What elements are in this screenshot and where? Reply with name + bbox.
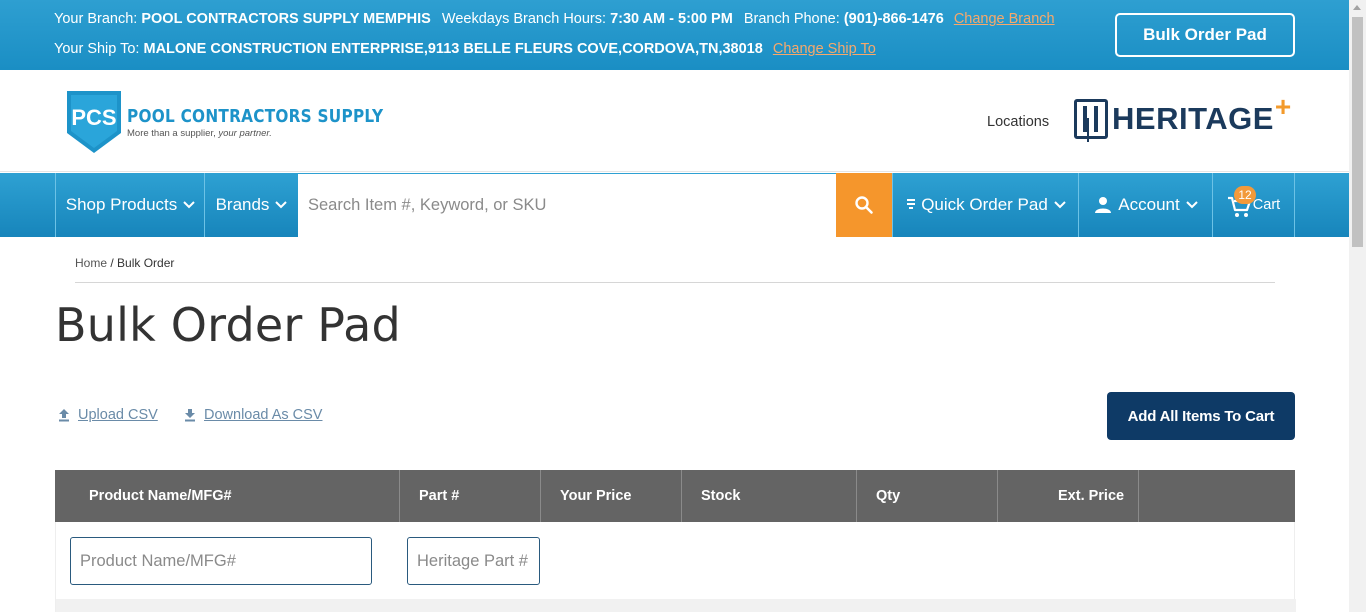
breadcrumb-current: Bulk Order [117,256,175,270]
upload-csv-label: Upload CSV [78,407,158,423]
phone-value: (901)-866-1476 [843,11,944,27]
column-header-ext-price: Ext. Price [998,470,1139,522]
nav-shop-products[interactable]: Shop Products [55,173,205,237]
breadcrumb-separator: / [107,256,118,270]
search-input[interactable] [298,174,836,237]
shipto-label: Your Ship To: [54,41,140,57]
search-box [298,174,836,237]
download-icon [185,409,195,422]
branch-info-line: Your Branch: POOL CONTRACTORS SUPPLY MEM… [54,11,1055,27]
column-header-stock: Stock [682,470,857,522]
chevron-down-icon [1186,201,1198,209]
heritage-part-input[interactable] [407,537,540,585]
search-button[interactable] [836,173,892,237]
nav-account[interactable]: Account [1078,173,1213,237]
page-title: Bulk Order Pad [55,298,401,352]
column-header-part: Part # [400,470,541,522]
search-icon [855,196,873,214]
column-header-qty: Qty [857,470,998,522]
phone-label: Branch Phone: [743,11,840,27]
main-navbar: Shop Products Brands Quick Order Pad Acc… [0,173,1349,237]
heritage-plus: + [1274,91,1292,122]
download-csv-link[interactable]: Download As CSV [184,407,322,423]
upload-csv-link[interactable]: Upload CSV [58,407,158,423]
nav-cart-label: Cart [1252,197,1281,213]
shipto-value: MALONE CONSTRUCTION ENTERPRISE,9113 BELL… [143,41,763,57]
pcs-logo[interactable]: PCS POOL CONTRACTORS SUPPLY More than a … [64,89,383,155]
page: Your Branch: POOL CONTRACTORS SUPPLY MEM… [0,0,1366,612]
logo-name: POOL CONTRACTORS SUPPLY [127,106,384,127]
nav-brands[interactable]: Brands [204,173,298,237]
locations-link[interactable]: Locations [987,114,1049,130]
user-icon [1095,197,1112,213]
table-row [55,522,1296,612]
upload-icon [59,409,69,422]
heritage-logo[interactable]: HERITAGE + [1074,91,1291,140]
scrollbar-thumb[interactable] [1352,17,1363,247]
download-csv-label: Download As CSV [204,407,323,423]
breadcrumb-home[interactable]: Home [75,256,107,270]
shipto-info-line: Your Ship To: MALONE CONSTRUCTION ENTERP… [54,41,876,57]
breadcrumb-divider [75,282,1275,283]
column-header-price: Your Price [541,470,682,522]
heritage-h-icon [1074,99,1108,139]
next-row-strip [56,599,1296,612]
hours-value: 7:30 AM - 5:00 PM [610,11,733,27]
chevron-down-icon [1054,201,1066,209]
pcs-shield-icon: PCS [67,91,121,153]
chevron-down-icon [275,201,288,209]
logo-tagline-italic: your partner. [218,128,272,139]
nav-cart[interactable]: Cart 12 [1212,173,1295,237]
table-header: Product Name/MFG# Part # Your Price Stoc… [55,470,1295,522]
logo-tagline-plain: More than a supplier, [127,128,219,139]
breadcrumb: Home / Bulk Order [75,256,174,270]
change-branch-link[interactable]: Change Branch [954,11,1055,27]
heritage-name: HERITAGE [1112,101,1274,136]
list-icon [907,199,916,209]
column-header-actions [1139,470,1295,522]
logo-tagline: More than a supplier, your partner. [127,128,429,139]
page-scrollbar[interactable] [1349,0,1366,612]
nav-account-label: Account [1118,195,1180,214]
logo-text: POOL CONTRACTORS SUPPLY More than a supp… [127,106,429,139]
chevron-down-icon [183,201,195,209]
scroll-up-arrow-icon[interactable] [1353,5,1361,10]
nav-brands-label: Brands [215,195,270,214]
branch-label: Your Branch: [54,11,138,27]
bulk-order-pad-button[interactable]: Bulk Order Pad [1115,13,1295,57]
branch-name: POOL CONTRACTORS SUPPLY MEMPHIS [141,11,431,27]
site-header: PCS POOL CONTRACTORS SUPPLY More than a … [0,70,1349,172]
add-all-items-to-cart-button[interactable]: Add All Items To Cart [1107,392,1295,440]
cart-count-badge: 12 [1234,186,1256,204]
nav-shop-products-label: Shop Products [65,195,178,214]
nav-quick-order-label: Quick Order Pad [921,195,1048,214]
branch-info-bar: Your Branch: POOL CONTRACTORS SUPPLY MEM… [0,0,1349,70]
change-shipto-link[interactable]: Change Ship To [773,41,876,57]
hours-label: Weekdays Branch Hours: [441,11,607,27]
product-name-input[interactable] [70,537,372,585]
column-header-product: Product Name/MFG# [55,470,400,522]
nav-quick-order-pad[interactable]: Quick Order Pad [892,173,1079,237]
logo-abbr: PCS [71,105,116,130]
